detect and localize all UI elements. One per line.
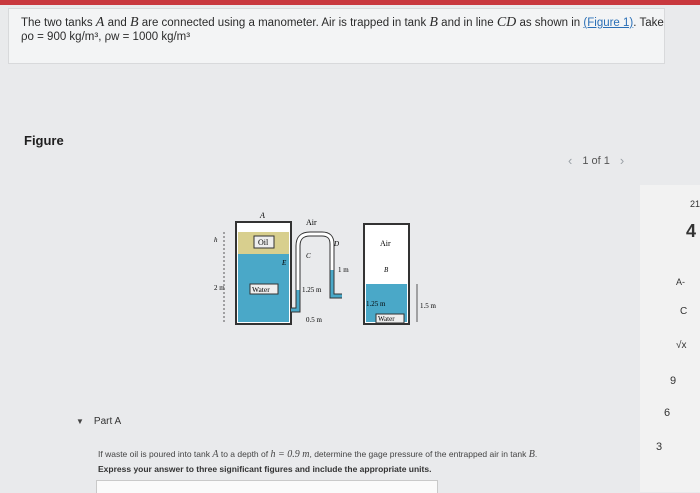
edge-key[interactable]: 3: [656, 441, 662, 453]
problem-text: and in line: [441, 17, 494, 29]
top-accent-bar: [0, 0, 700, 5]
line-cd-symbol: CD: [496, 15, 517, 30]
edge-key[interactable]: C: [680, 306, 687, 317]
one25-right-label: 1.25 m: [366, 300, 386, 308]
chevron-right-icon[interactable]: ›: [620, 153, 624, 168]
side-keypad: 21 4 A- C √x 9 6 3: [640, 185, 700, 492]
answer-input[interactable]: [96, 480, 438, 493]
problem-statement: The two tanks A and B are connected usin…: [8, 8, 665, 64]
air-left-label: Air: [306, 218, 317, 227]
figure-heading: Figure: [24, 133, 64, 148]
problem-text: Take: [639, 17, 664, 29]
question-text: If waste oil is poured into tank A to a …: [98, 449, 538, 460]
water-left-label: Water: [252, 285, 270, 294]
one5-m-label: 1.5 m: [420, 302, 437, 310]
h-label: h: [214, 236, 218, 244]
edge-key[interactable]: 9: [670, 375, 676, 387]
problem-line-2: ρo = 900 kg/m³, ρw = 1000 kg/m³: [21, 31, 190, 43]
point-e-label: E: [281, 259, 287, 267]
edge-number: 4: [686, 221, 697, 241]
edge-key[interactable]: A-: [676, 277, 685, 287]
tank-b-symbol: B: [129, 15, 139, 30]
water-right-label: Water: [378, 315, 395, 323]
zero5-m-label: 0.5 m: [306, 316, 323, 324]
edge-number: 21: [690, 199, 700, 209]
part-a-header[interactable]: ▼ Part A: [76, 416, 121, 427]
oil-density: ρo = 900 kg/m³: [21, 31, 99, 43]
tank-b-symbol: B: [429, 15, 438, 30]
tank-a-symbol: A: [95, 15, 105, 30]
point-d-label: D: [333, 240, 339, 248]
question-part: to a depth of: [220, 449, 269, 459]
question-part: , determine the gage pressure of the ent…: [309, 449, 527, 459]
problem-text: and: [107, 17, 127, 29]
one25-mid-label: 1.25 m: [302, 286, 322, 294]
answer-instructions: Express your answer to three significant…: [98, 464, 432, 474]
water-in-tube: [291, 290, 300, 312]
problem-line-1: The two tanks A and B are connected usin…: [21, 15, 664, 30]
oil-label: Oil: [258, 238, 269, 247]
depth-value: h = 0.9 m: [270, 449, 310, 460]
question-part: If waste oil is poured into tank: [98, 449, 210, 459]
figure-pager: ‹ 1 of 1 ›: [568, 153, 624, 168]
one-m-label: 1 m: [338, 266, 349, 274]
separator: ,: [98, 31, 102, 43]
part-a-label: Part A: [93, 416, 122, 427]
problem-text: as shown in: [519, 17, 581, 29]
triangle-down-icon[interactable]: ▼: [76, 417, 84, 426]
two-m-label: 2 m: [214, 284, 225, 292]
edge-key[interactable]: 6: [664, 407, 670, 419]
air-right-label: Air: [380, 239, 391, 248]
problem-text: The two tanks: [21, 17, 93, 29]
chevron-left-icon[interactable]: ‹: [568, 153, 572, 168]
figure-link[interactable]: (Figure 1): [583, 17, 633, 29]
page-indicator: 1 of 1: [582, 154, 610, 167]
point-c-label: C: [306, 252, 311, 260]
tank-b-label: B: [384, 266, 389, 274]
tank-a-symbol: A: [212, 449, 219, 460]
sqrt-icon[interactable]: √x: [676, 340, 687, 351]
problem-text: are connected using a manometer. Air is …: [141, 17, 427, 29]
water-density: ρw = 1000 kg/m³: [104, 31, 191, 43]
tank-a-label: A: [259, 211, 265, 220]
manometer-diagram: Oil Water A E h 2 m Air C D 1 m 1.25 m 0…: [214, 211, 437, 325]
